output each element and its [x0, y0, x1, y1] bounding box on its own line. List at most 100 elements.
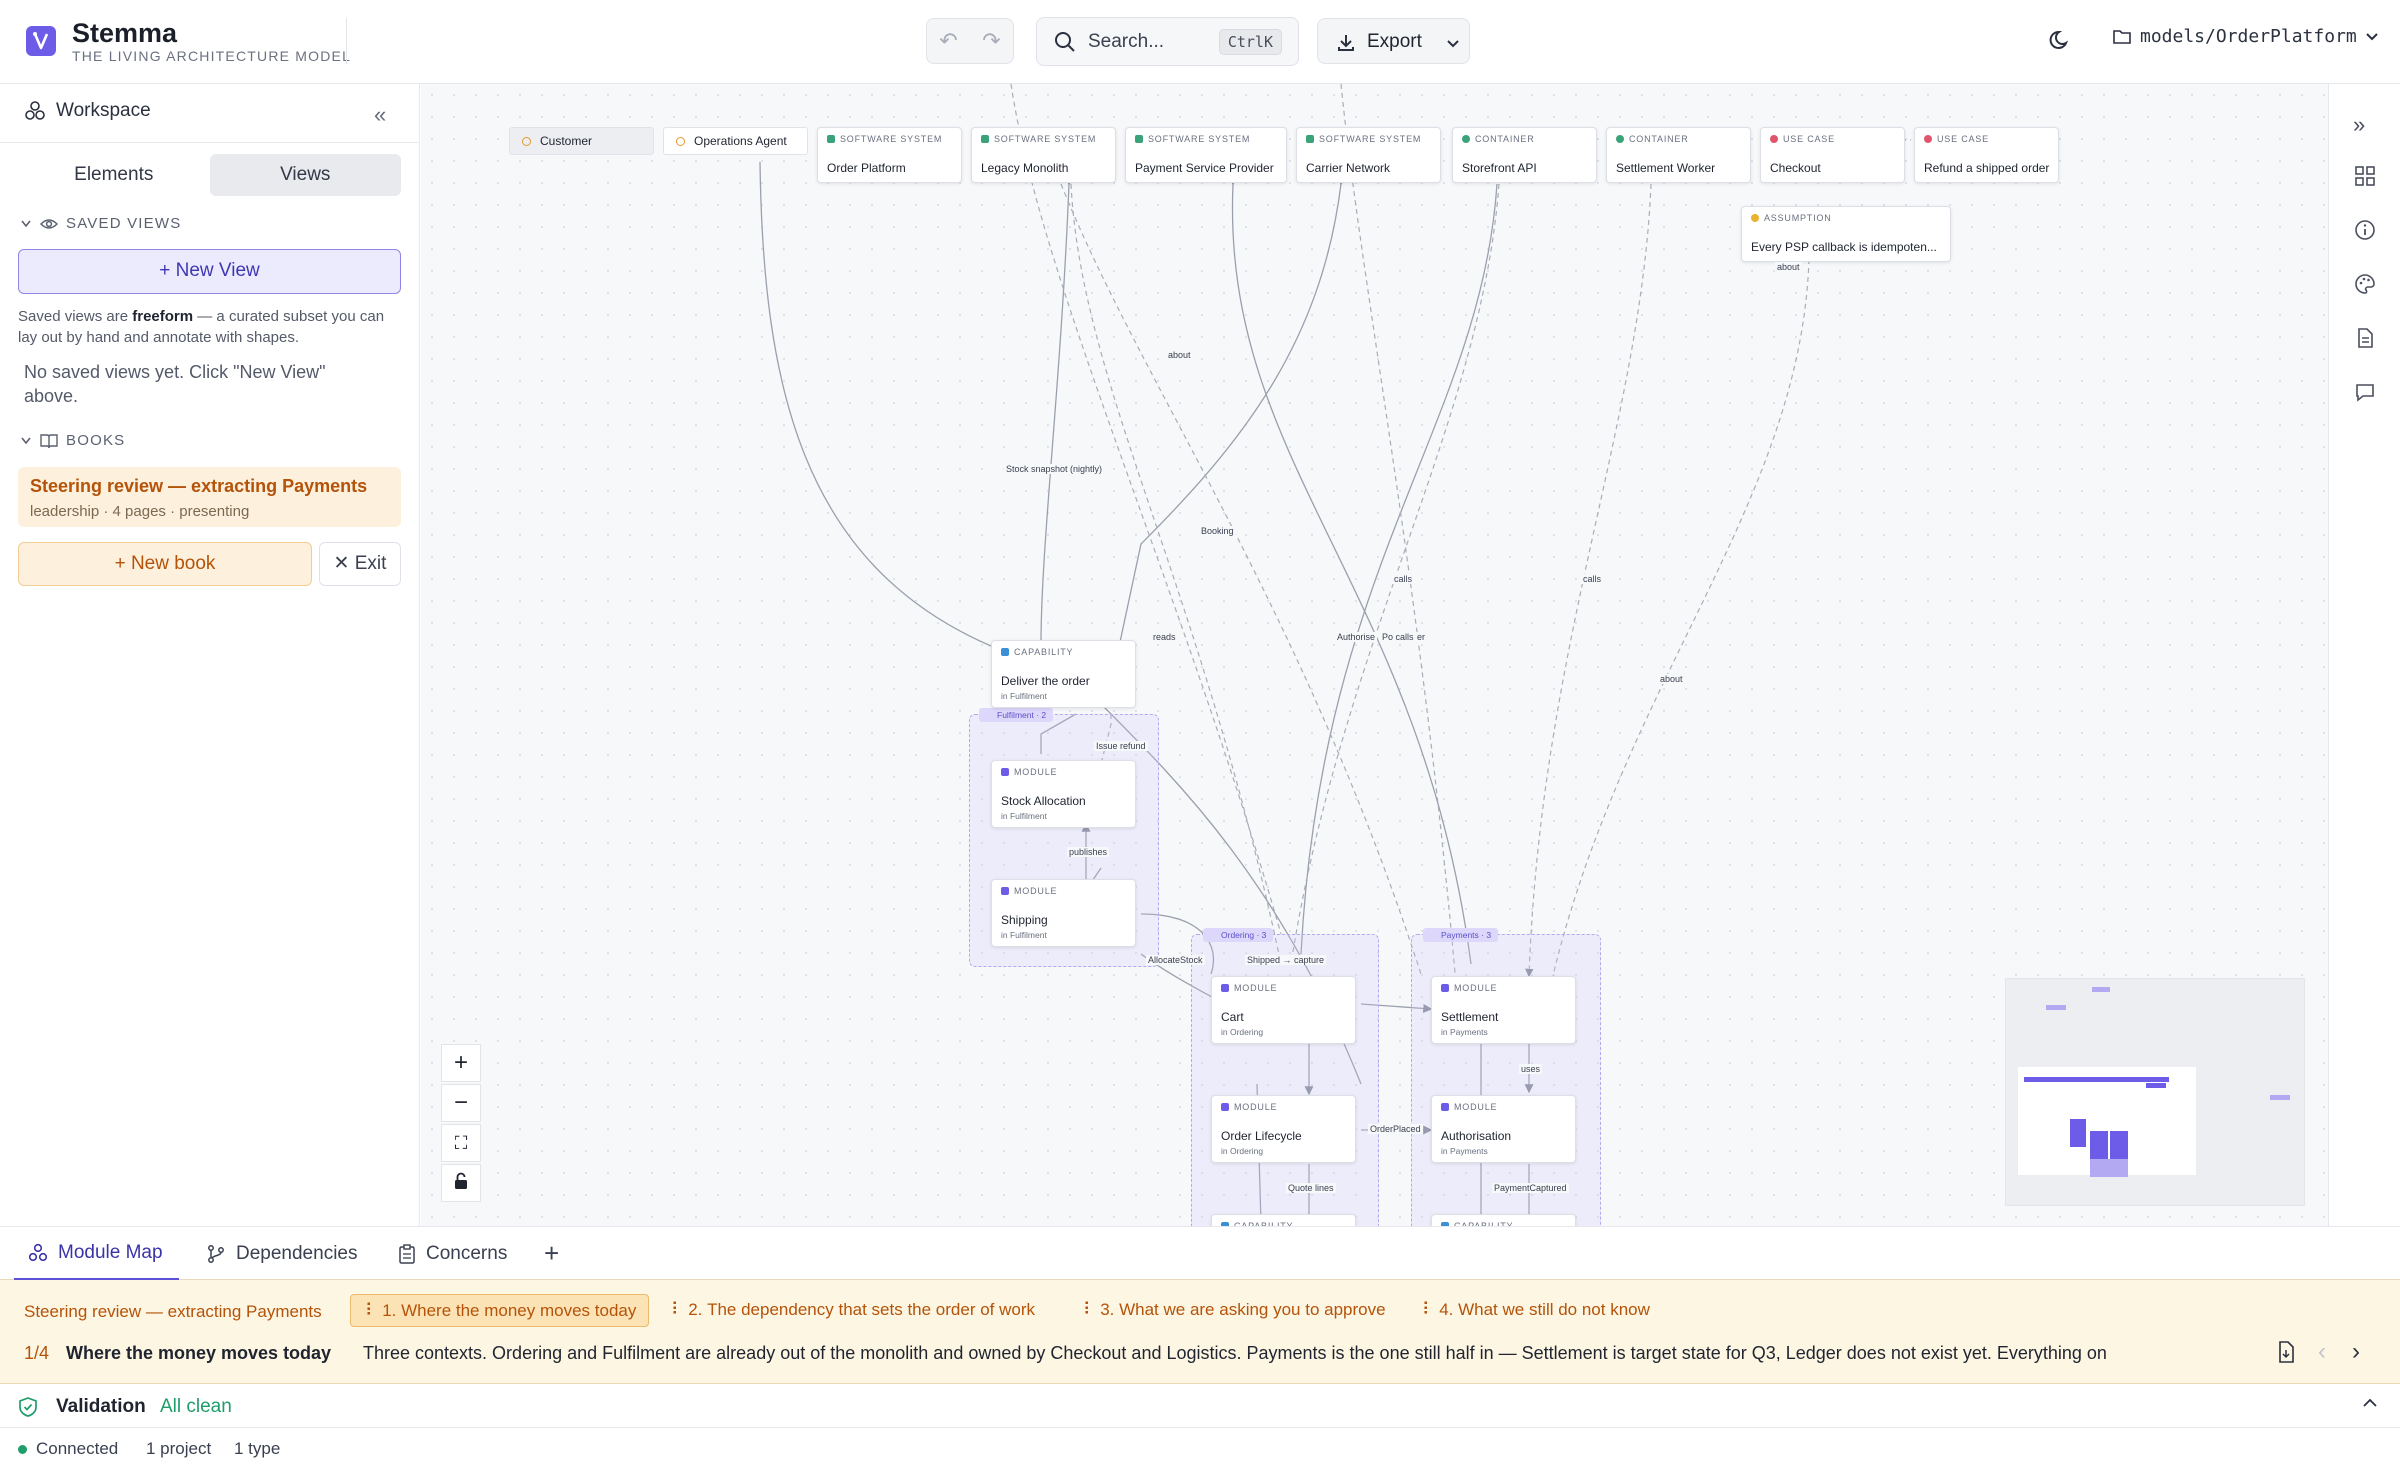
tab-elements[interactable]: Elements — [18, 154, 210, 196]
zoom-out-button[interactable]: − — [441, 1084, 481, 1122]
person-customer[interactable]: Customer — [509, 127, 654, 155]
node-assumption[interactable]: ASSUMPTION Every PSP callback is idempot… — [1741, 206, 1951, 262]
group-tag-fulfilment[interactable]: Fulfilment · 2 — [979, 708, 1054, 722]
layout-grid-icon[interactable] — [2353, 164, 2377, 193]
edge-label: uses — [1519, 1064, 1543, 1074]
export-page-icon[interactable] — [2275, 1340, 2297, 1369]
tab-views[interactable]: Views — [209, 154, 401, 196]
expand-panel-icon[interactable]: » — [2353, 112, 2365, 138]
validation-panel[interactable]: Validation All clean — [0, 1384, 2400, 1428]
search-shortcut-badge: CtrlK — [1218, 29, 1282, 55]
plus-icon: + — [544, 1238, 560, 1268]
saved-views-heading[interactable]: SAVED VIEWS — [20, 215, 181, 232]
fit-view-button[interactable]: ⛶ — [441, 1124, 481, 1162]
node-capability-partial[interactable]: CAPABILITY — [1431, 1214, 1576, 1226]
model-selector[interactable]: models/OrderPlatform — [2112, 26, 2379, 47]
node-capability-deliver-order[interactable]: CAPABILITY Deliver the order in Fulfilme… — [991, 640, 1136, 708]
search-input[interactable]: Search... CtrlK — [1036, 17, 1299, 66]
palette-icon[interactable] — [2353, 272, 2377, 301]
top-bar: Stemma THE LIVING ARCHITECTURE MODEL ↶ ↷… — [0, 0, 2400, 84]
shield-check-icon — [18, 1396, 38, 1423]
workspace-icon — [25, 101, 45, 120]
redo-icon[interactable]: ↷ — [982, 28, 1000, 54]
zoom-in-button[interactable]: + — [441, 1044, 481, 1082]
chevron-up-icon[interactable] — [2362, 1396, 2378, 1414]
chapter-tab[interactable]: ⠇ 2. The dependency that sets the order … — [657, 1294, 1047, 1327]
search-placeholder: Search... — [1088, 31, 1165, 52]
edge-label: Issue refund — [1094, 741, 1148, 751]
node-storefront-api[interactable]: CONTAINER Storefront API — [1452, 127, 1597, 183]
add-tab-button[interactable]: + — [544, 1227, 559, 1280]
node-module-settlement[interactable]: MODULE Settlement in Payments — [1431, 976, 1576, 1044]
chevron-down-icon — [21, 437, 31, 444]
edge — [1228, 176, 1472, 965]
workspace-sidebar: Workspace « Elements Views SAVED VIEWS +… — [0, 84, 420, 1226]
new-book-button[interactable]: + New book — [18, 542, 312, 586]
edge — [759, 161, 992, 647]
node-carrier-network[interactable]: SOFTWARE SYSTEM Carrier Network — [1296, 127, 1441, 183]
group-tag-ordering[interactable]: Ordering · 3 — [1203, 928, 1274, 942]
edge-label: about — [1775, 262, 1802, 272]
undo-icon[interactable]: ↶ — [939, 28, 957, 54]
comment-icon[interactable] — [2353, 380, 2377, 409]
chapter-tab[interactable]: ⠇ 3. What we are asking you to approve — [1069, 1294, 1398, 1327]
group-tag-payments[interactable]: Payments · 3 — [1423, 928, 1499, 942]
node-use-case-checkout[interactable]: USE CASE Checkout — [1760, 127, 1905, 183]
edge-label: calls — [1392, 574, 1415, 584]
collapse-sidebar-icon[interactable]: « — [374, 102, 386, 128]
next-page-icon[interactable]: › — [2352, 1338, 2360, 1366]
chevron-down-icon — [21, 220, 31, 227]
node-settlement-worker[interactable]: CONTAINER Settlement Worker — [1606, 127, 1751, 183]
edge — [1340, 84, 1457, 985]
zoom-controls: + − ⛶ — [441, 1044, 481, 1204]
workspace-header: Workspace — [24, 100, 151, 122]
chapter-tab[interactable]: ⠇ 1. Where the money moves today — [350, 1294, 650, 1327]
book-item[interactable]: Steering review — extracting Payments le… — [18, 467, 401, 527]
model-path: models/OrderPlatform — [2140, 26, 2357, 47]
export-button[interactable]: Export — [1317, 18, 1470, 64]
node-capability-partial[interactable]: CAPABILITY — [1211, 1214, 1356, 1226]
minimap[interactable] — [2005, 978, 2305, 1206]
node-module-stock-allocation[interactable]: MODULE Stock Allocation in Fulfilment — [991, 760, 1136, 828]
edge — [1110, 175, 1347, 685]
node-legacy-monolith[interactable]: SOFTWARE SYSTEM Legacy Monolith — [971, 127, 1116, 183]
node-module-cart[interactable]: MODULE Cart in Ordering — [1211, 976, 1356, 1044]
stemma-logo-icon — [26, 26, 56, 56]
person-operations-agent[interactable]: Operations Agent — [663, 127, 808, 155]
connection-status: Connected — [36, 1439, 119, 1458]
node-module-authorisation[interactable]: MODULE Authorisation in Payments — [1431, 1095, 1576, 1163]
clipboard-icon — [399, 1243, 415, 1264]
node-use-case-refund[interactable]: USE CASE Refund a shipped order — [1914, 127, 2059, 183]
tab-dependencies[interactable]: Dependencies — [206, 1227, 357, 1280]
dark-mode-toggle[interactable] — [2048, 27, 2074, 58]
tab-module-map[interactable]: Module Map — [14, 1227, 179, 1280]
tab-concerns[interactable]: Concerns — [398, 1227, 507, 1280]
node-module-shipping[interactable]: MODULE Shipping in Fulfilment — [991, 879, 1136, 947]
sidebar-tabs: Elements Views — [18, 154, 401, 196]
node-order-platform[interactable]: SOFTWARE SYSTEM Order Platform — [817, 127, 962, 183]
diagram-canvas[interactable]: Customer Operations Agent SOFTWARE SYSTE… — [421, 84, 2328, 1226]
edge-label: PaymentCaptured — [1492, 1183, 1569, 1193]
info-icon[interactable] — [2353, 218, 2377, 247]
previous-page-icon[interactable]: ‹ — [2318, 1338, 2326, 1366]
node-payment-service-provider[interactable]: SOFTWARE SYSTEM Payment Service Provider — [1125, 127, 1287, 183]
chevron-down-icon — [1446, 36, 1460, 54]
edge-label: Booking — [1199, 526, 1236, 536]
moon-icon — [2049, 30, 2069, 49]
close-icon: ✕ — [333, 553, 355, 574]
node-module-order-lifecycle[interactable]: MODULE Order Lifecycle in Ordering — [1211, 1095, 1356, 1163]
status-bar: Connected 1 project 1 type — [0, 1428, 2400, 1470]
plus-icon: + — [114, 553, 131, 574]
edge-label: calls — [1581, 574, 1604, 584]
chapter-tab[interactable]: ⠇ 4. What we still do not know — [1408, 1294, 1662, 1327]
new-view-button[interactable]: + New View — [18, 249, 401, 294]
bottom-tabs: Module Map Dependencies Concerns + — [0, 1226, 2400, 1280]
folder-icon — [2113, 29, 2131, 44]
edge — [1550, 258, 1810, 985]
document-icon[interactable] — [2353, 326, 2377, 355]
books-heading[interactable]: BOOKS — [20, 432, 125, 449]
lock-button[interactable] — [441, 1164, 481, 1202]
validation-status: All clean — [160, 1396, 232, 1417]
exit-presenting-button[interactable]: ✕ Exit — [319, 542, 401, 586]
app-tagline: THE LIVING ARCHITECTURE MODEL — [72, 48, 352, 64]
